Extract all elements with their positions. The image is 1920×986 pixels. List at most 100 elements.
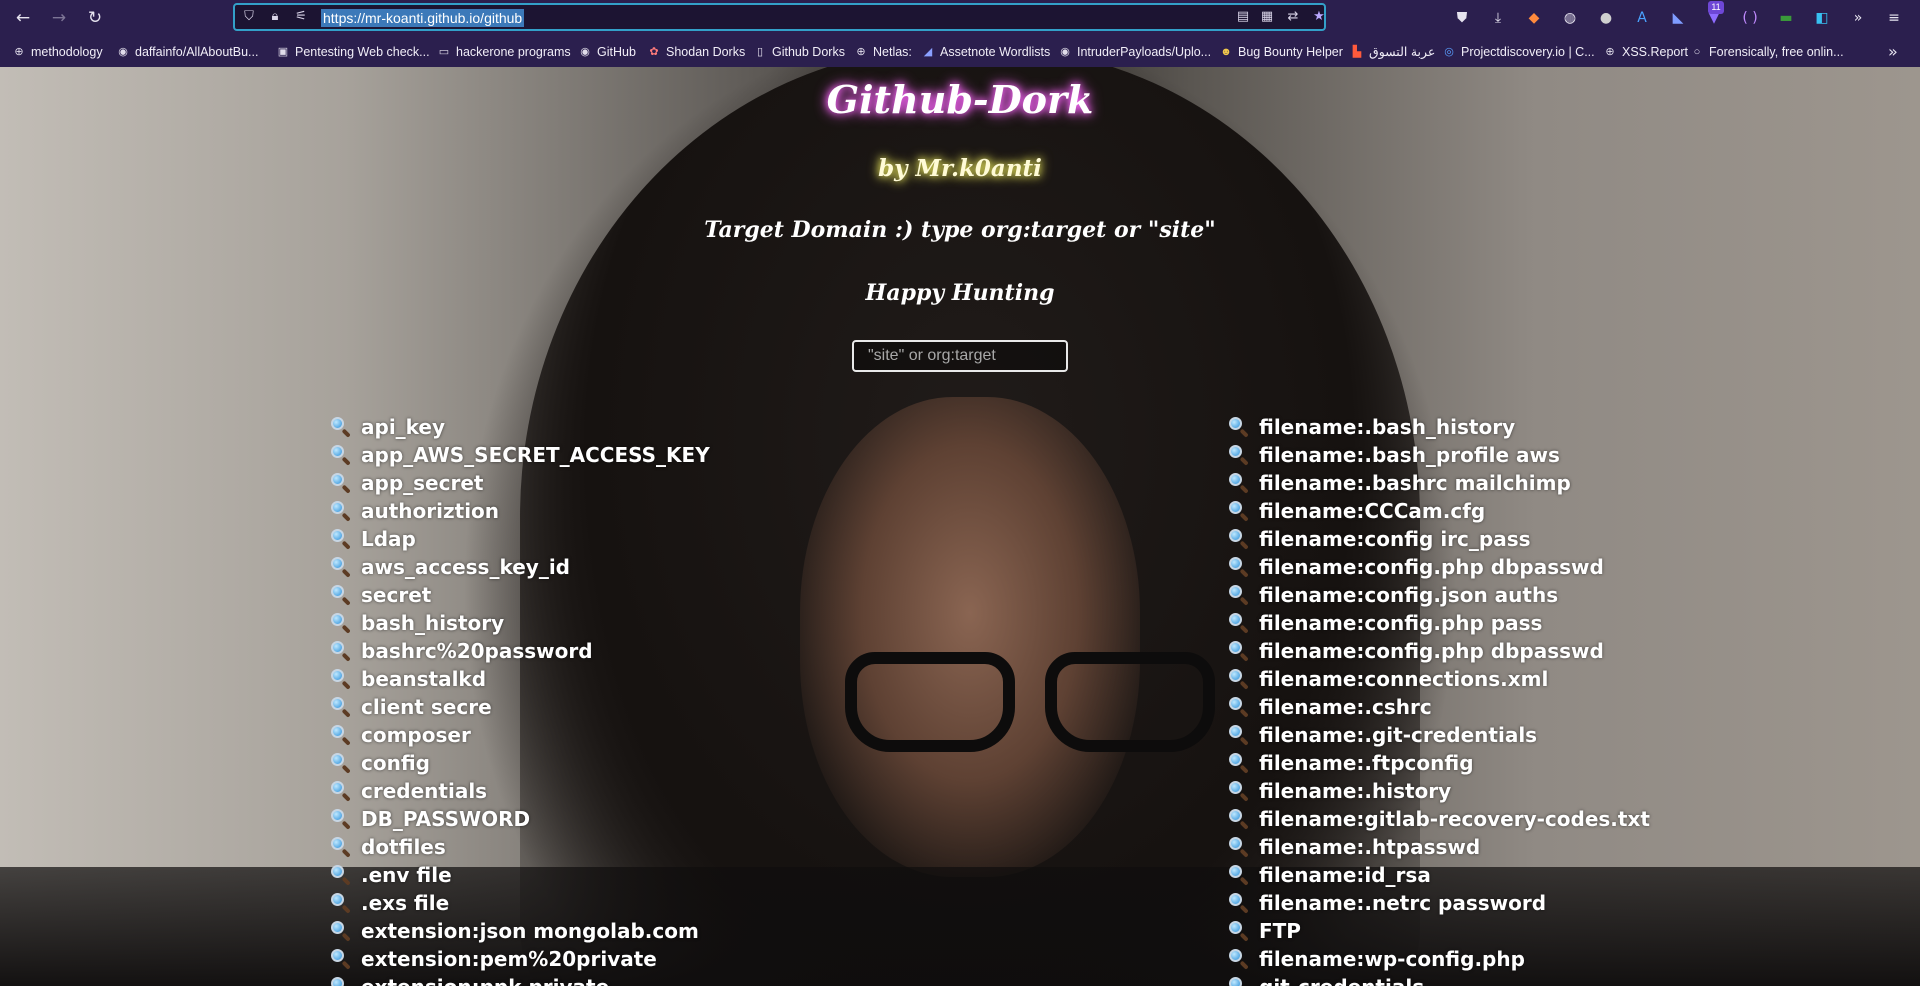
dork-label[interactable]: config bbox=[361, 751, 430, 775]
bookmark-item[interactable]: ▣ Pentesting Web check... bbox=[276, 42, 430, 62]
dork-label[interactable]: filename:wp-config.php bbox=[1259, 947, 1525, 971]
dork-link[interactable]: filename:wp-config.php bbox=[1228, 945, 1650, 973]
dork-label[interactable]: secret bbox=[361, 583, 431, 607]
dork-label[interactable]: filename:config.php dbpasswd bbox=[1259, 555, 1604, 579]
permissions-icon[interactable]: ⚟ bbox=[293, 9, 309, 25]
dork-label[interactable]: filename:connections.xml bbox=[1259, 667, 1548, 691]
dork-label[interactable]: beanstalkd bbox=[361, 667, 486, 691]
dork-link[interactable]: dotfiles bbox=[330, 833, 710, 861]
bookmark-item[interactable]: ▭ hackerone programs bbox=[437, 42, 571, 62]
dork-link[interactable]: api_key bbox=[330, 413, 710, 441]
bookmark-item[interactable]: ◢ Assetnote Wordlists bbox=[921, 42, 1050, 62]
menu-hamburger-icon[interactable]: ≡ bbox=[1884, 8, 1904, 28]
bookmark-item[interactable]: ◎ Projectdiscovery.io | C... bbox=[1442, 42, 1594, 62]
download-icon[interactable]: ⤓ bbox=[1488, 8, 1508, 28]
bookmark-item[interactable]: ◉ IntruderPayloads/Uplo... bbox=[1058, 42, 1211, 62]
dork-label[interactable]: credentials bbox=[361, 779, 487, 803]
extension-fox-icon[interactable]: ◆ bbox=[1524, 8, 1544, 28]
dork-link[interactable]: filename:config.php dbpasswd bbox=[1228, 553, 1650, 581]
reload-icon[interactable]: ↻ bbox=[84, 7, 106, 29]
dork-label[interactable]: filename:.bash_history bbox=[1259, 415, 1515, 439]
bookmark-item[interactable]: ▙ عربة التسوق bbox=[1350, 42, 1436, 62]
bookmark-item[interactable]: ⊕ Netlas: bbox=[854, 42, 912, 62]
dork-label[interactable]: bashrc%20password bbox=[361, 639, 593, 663]
dork-link[interactable]: filename:config irc_pass bbox=[1228, 525, 1650, 553]
dork-label[interactable]: filename:.bashrc mailchimp bbox=[1259, 471, 1571, 495]
bookmark-item[interactable]: ◉ GitHub bbox=[578, 42, 636, 62]
bookmark-star-icon[interactable]: ★ bbox=[1311, 9, 1327, 25]
extension-translate-icon[interactable]: A bbox=[1632, 8, 1652, 28]
us-flag-icon[interactable]: ▦ bbox=[1259, 9, 1275, 25]
dork-link[interactable]: app_AWS_SECRET_ACCESS_KEY bbox=[330, 441, 710, 469]
bookmark-item[interactable]: ⊕ XSS.Report bbox=[1603, 42, 1688, 62]
dork-link[interactable]: secret bbox=[330, 581, 710, 609]
dork-label[interactable]: extension:json mongolab.com bbox=[361, 919, 699, 943]
dork-label[interactable]: filename:gitlab-recovery-codes.txt bbox=[1259, 807, 1650, 831]
dork-link[interactable]: authoriztion bbox=[330, 497, 710, 525]
extension-wappalyzer-icon[interactable]: ▬ bbox=[1776, 8, 1796, 28]
dork-label[interactable]: FTP bbox=[1259, 919, 1301, 943]
dork-label[interactable]: filename:.bash_profile aws bbox=[1259, 443, 1560, 467]
dork-link[interactable]: .exs file bbox=[330, 889, 710, 917]
dork-link[interactable]: aws_access_key_id bbox=[330, 553, 710, 581]
extension-proxy-icon[interactable]: ◧ bbox=[1812, 8, 1832, 28]
dork-label[interactable]: client secre bbox=[361, 695, 492, 719]
dork-link[interactable]: filename:.netrc password bbox=[1228, 889, 1650, 917]
dork-link[interactable]: Ldap bbox=[330, 525, 710, 553]
dork-label[interactable]: filename:config.php pass bbox=[1259, 611, 1542, 635]
dork-label[interactable]: aws_access_key_id bbox=[361, 555, 570, 579]
dork-label[interactable]: filename:config irc_pass bbox=[1259, 527, 1531, 551]
address-bar[interactable]: ⛉ 🔒︎ ⚟ https://mr-koanti.github.io/githu… bbox=[233, 3, 1326, 31]
dork-label[interactable]: filename:config.php dbpasswd bbox=[1259, 639, 1604, 663]
dork-link[interactable]: DB_PASSWORD bbox=[330, 805, 710, 833]
dork-link[interactable]: app_secret bbox=[330, 469, 710, 497]
dork-label[interactable]: bash_history bbox=[361, 611, 504, 635]
dork-link[interactable]: filename:gitlab-recovery-codes.txt bbox=[1228, 805, 1650, 833]
bookmark-item[interactable]: ✿ Shodan Dorks bbox=[647, 42, 745, 62]
dork-link[interactable]: extension:ppk private bbox=[330, 973, 710, 986]
dork-label[interactable]: filename:id_rsa bbox=[1259, 863, 1431, 887]
dork-link[interactable]: extension:json mongolab.com bbox=[330, 917, 710, 945]
dork-link[interactable]: extension:pem%20private bbox=[330, 945, 710, 973]
bookmark-item[interactable]: ▯ Github Dorks bbox=[753, 42, 845, 62]
dork-label[interactable]: Ldap bbox=[361, 527, 416, 551]
dork-link[interactable]: bash_history bbox=[330, 609, 710, 637]
dork-link[interactable]: filename:.history bbox=[1228, 777, 1650, 805]
dork-label[interactable]: filename:.netrc password bbox=[1259, 891, 1546, 915]
dork-link[interactable]: filename:id_rsa bbox=[1228, 861, 1650, 889]
dork-link[interactable]: git-credentials bbox=[1228, 973, 1650, 986]
translate-icon[interactable]: ⇄ bbox=[1285, 9, 1301, 25]
dork-link[interactable]: .env file bbox=[330, 861, 710, 889]
dork-label[interactable]: filename:.htpasswd bbox=[1259, 835, 1480, 859]
dork-link[interactable]: filename:.git-credentials bbox=[1228, 721, 1650, 749]
bookmark-item[interactable]: ⊕ methodology bbox=[12, 42, 102, 62]
dork-label[interactable]: authoriztion bbox=[361, 499, 499, 523]
dork-label[interactable]: .exs file bbox=[361, 891, 449, 915]
shield-icon[interactable]: ⛉ bbox=[241, 9, 257, 25]
lock-icon[interactable]: 🔒︎ bbox=[267, 9, 283, 25]
extension-brackets-icon[interactable]: ( ) bbox=[1740, 8, 1760, 28]
dork-link[interactable]: filename:.htpasswd bbox=[1228, 833, 1650, 861]
dork-link[interactable]: client secre bbox=[330, 693, 710, 721]
dork-link[interactable]: bashrc%20password bbox=[330, 637, 710, 665]
dork-label[interactable]: filename:CCCam.cfg bbox=[1259, 499, 1485, 523]
dork-link[interactable]: filename:connections.xml bbox=[1228, 665, 1650, 693]
dork-label[interactable]: filename:.ftpconfig bbox=[1259, 751, 1474, 775]
dork-link[interactable]: filename:CCCam.cfg bbox=[1228, 497, 1650, 525]
overflow-chevron-icon[interactable]: » bbox=[1848, 8, 1868, 28]
dork-link[interactable]: credentials bbox=[330, 777, 710, 805]
dork-label[interactable]: composer bbox=[361, 723, 471, 747]
dork-link[interactable]: filename:config.php pass bbox=[1228, 609, 1650, 637]
dork-link[interactable]: filename:config.json auths bbox=[1228, 581, 1650, 609]
cookie-icon[interactable]: ◍ bbox=[1560, 8, 1580, 28]
dork-link[interactable]: filename:.cshrc bbox=[1228, 693, 1650, 721]
target-input[interactable] bbox=[852, 340, 1068, 372]
dork-label[interactable]: extension:ppk private bbox=[361, 975, 609, 986]
bookmarks-overflow-chevron-icon[interactable]: » bbox=[1888, 42, 1898, 61]
dork-label[interactable]: git-credentials bbox=[1259, 975, 1424, 986]
dork-link[interactable]: beanstalkd bbox=[330, 665, 710, 693]
bookmark-item[interactable]: ○ Forensically, free onlin... bbox=[1690, 42, 1844, 62]
dork-label[interactable]: DB_PASSWORD bbox=[361, 807, 530, 831]
extension-globe-icon[interactable]: ● bbox=[1596, 8, 1616, 28]
url-text[interactable]: https://mr-koanti.github.io/github bbox=[321, 9, 525, 27]
